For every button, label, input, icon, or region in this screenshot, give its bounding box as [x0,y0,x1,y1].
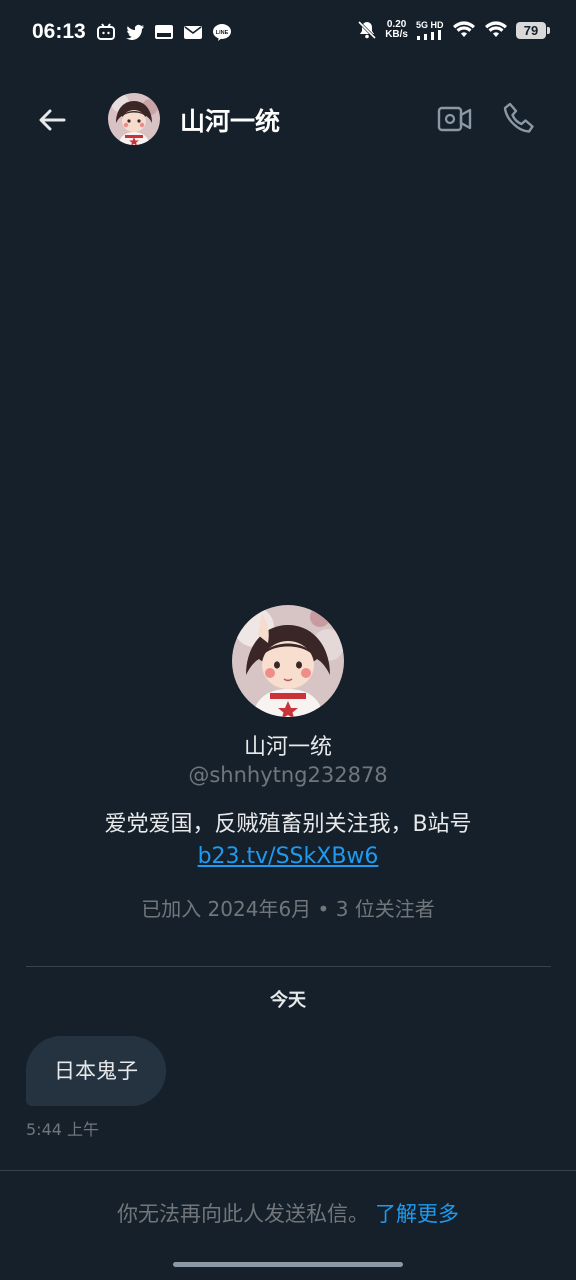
profile-name: 山河一统 [243,735,332,760]
learn-more-link[interactable]: 了解更多 [375,1202,459,1226]
profile-bio: 爱党爱国，反贼殖畜别关注我，B站号 b23.tv/SSkXBw6 [38,809,538,873]
video-call-icon[interactable] [436,100,474,138]
pay-icon [155,25,173,39]
profile-avatar[interactable] [232,605,344,717]
profile-bio-text: 爱党爱国，反贼殖畜别关注我，B站号 [104,812,472,837]
status-time: 06:13 [32,20,86,43]
header-title[interactable]: 山河一统 [180,102,280,138]
bilibili-icon [97,23,115,40]
line-icon: LINE [213,24,231,41]
wifi-icon [453,21,475,37]
back-arrow-icon[interactable] [30,98,74,142]
twitter-icon [126,24,144,40]
profile-summary: 山河一统 @shnhytng232878 爱党爱国，反贼殖畜别关注我，B站号 b2… [0,605,576,922]
battery-indicator: 79 [516,21,550,39]
day-separator-label: 今天 [270,990,306,1011]
net-speed-unit: KB/s [385,29,408,40]
status-notification-icons: LINE [96,22,232,42]
signal-bars-icon [417,29,441,40]
mute-bell-icon [358,20,377,40]
home-indicator[interactable] [173,1262,403,1267]
cellular-signal: 5G HD [416,19,444,40]
dm-disabled-notice: 你无法再向此人发送私信。 了解更多 [0,1198,576,1228]
status-bar: 06:13 LINE 0.20 KB/s 5G HD 79 [0,0,576,70]
message-timestamp: 5:44 上午 [26,1120,100,1139]
conversation-header: 山河一统 [0,80,576,160]
mail-icon [184,26,202,39]
phone-call-icon[interactable] [500,100,538,138]
profile-bio-link[interactable]: b23.tv/SSkXBw6 [198,844,379,869]
profile-meta: 已加入 2024年6月 • 3 位关注者 [141,897,435,921]
header-avatar[interactable] [108,93,160,145]
net-speed: 0.20 KB/s [385,20,408,40]
status-system-icons: 0.20 KB/s 5G HD 79 [357,19,550,40]
svg-text:LINE: LINE [216,30,229,36]
message-bubble[interactable]: 日本鬼子 [26,1036,166,1106]
conversation-divider [26,966,551,967]
footer-divider [0,1170,576,1171]
dm-disabled-text: 你无法再向此人发送私信。 [117,1202,369,1226]
profile-handle: @shnhytng232878 [188,763,388,787]
wifi-secondary-icon [485,21,507,37]
network-type-label: 5G HD [416,19,444,30]
